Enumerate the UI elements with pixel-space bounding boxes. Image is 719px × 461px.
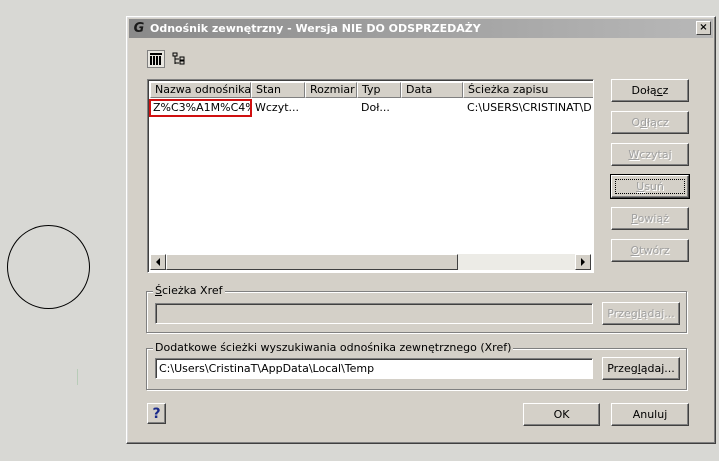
xref-path-label: Ścieżka Xref	[153, 284, 225, 297]
search-paths-label: Dodatkowe ścieżki wyszukiwania odnośnika…	[153, 341, 514, 354]
list-view-icon	[150, 53, 162, 65]
ok-button[interactable]: OK	[523, 403, 600, 426]
arrow-left-icon	[156, 258, 160, 266]
xref-path-field[interactable]	[155, 303, 593, 324]
reload-button[interactable]: Wczytaj	[611, 143, 689, 166]
search-browse-button[interactable]: Przeg l ądaj...	[602, 357, 680, 380]
bind-label-end: owiąż	[637, 212, 669, 225]
scroll-right-button[interactable]	[575, 254, 591, 270]
ok-label: OK	[553, 408, 570, 421]
scroll-thumb[interactable]	[166, 254, 458, 270]
xref-browse-label: Przeg	[607, 307, 638, 320]
list-header: Nazwa odnośnika Stan Rozmiar Typ Data Śc…	[150, 82, 593, 98]
bind-mnemonic: P	[631, 212, 638, 225]
tree-view-icon	[172, 52, 185, 65]
help-icon: ?	[152, 405, 161, 422]
close-button[interactable]: ×	[696, 21, 711, 35]
cell-date	[401, 100, 463, 116]
horizontal-scrollbar[interactable]	[150, 254, 591, 270]
xref-browse-label-end: ądaj...	[640, 307, 675, 320]
help-button[interactable]: ?	[147, 403, 166, 424]
xref-path-mnemonic: Ś	[155, 284, 162, 297]
bind-button[interactable]: Powiąż	[611, 207, 689, 230]
detach-label: O	[631, 116, 640, 129]
open-label-end: twórz	[639, 244, 670, 257]
tree-view-button[interactable]	[170, 50, 188, 68]
open-mnemonic: O	[630, 244, 640, 257]
attach-label-end: z	[662, 84, 669, 97]
xref-path-group: Ścieżka Xref Przeg l ądaj...	[146, 284, 687, 333]
cell-name[interactable]: Z%C3%A1M%C4%9	[149, 99, 252, 117]
detach-mnemonic: d	[639, 116, 647, 129]
column-header-type[interactable]: Typ	[357, 82, 401, 98]
column-header-name[interactable]: Nazwa odnośnika	[150, 82, 251, 98]
column-header-date[interactable]: Data	[401, 82, 463, 98]
arrow-right-icon	[581, 258, 585, 266]
title-bar: G Odnośnik zewnętrzny - Wersja NIE DO OD…	[129, 19, 713, 38]
app-icon: G	[133, 21, 145, 36]
close-icon: ×	[699, 22, 708, 33]
open-button[interactable]: Otwórz	[611, 239, 689, 262]
xref-list[interactable]: Nazwa odnośnika Stan Rozmiar Typ Data Śc…	[147, 79, 594, 273]
xref-browse-button[interactable]: Przeg l ądaj...	[602, 302, 680, 325]
xref-dialog: G Odnośnik zewnętrzny - Wersja NIE DO OD…	[126, 16, 716, 444]
cell-type: Doł...	[361, 101, 390, 114]
cell-path: C:\USERS\CRISTINAT\D	[467, 101, 591, 114]
attach-label: Dołą	[631, 84, 657, 97]
column-header-path[interactable]: Ścieżka zapisu	[463, 82, 593, 98]
cancel-button[interactable]: Anuluj	[611, 403, 689, 426]
detach-button[interactable]: Od łącz	[611, 111, 689, 134]
cancel-label: Anuluj	[632, 408, 668, 421]
drawing-line	[77, 369, 78, 385]
attach-button[interactable]: Dołą c z	[611, 79, 689, 102]
search-paths-field[interactable]: C:\Users\CristinaT\AppData\Local\Temp	[155, 358, 593, 379]
search-paths-group: Dodatkowe ścieżki wyszukiwania odnośnika…	[146, 341, 687, 390]
reload-label-end: czytaj	[639, 148, 672, 161]
unload-label-end: suń	[644, 180, 664, 193]
list-row[interactable]: Z%C3%A1M%C4%9 Wczyt... Doł... C:\USERS\C…	[149, 99, 591, 117]
unload-button[interactable]: Usuń	[610, 174, 690, 199]
scroll-left-button[interactable]	[150, 254, 166, 270]
column-header-size[interactable]: Rozmiar	[305, 82, 357, 98]
drawing-circle	[7, 225, 90, 309]
search-browse-label-end: ądaj...	[640, 362, 675, 375]
cell-size	[305, 100, 357, 116]
search-browse-label: Przeg	[607, 362, 638, 375]
cell-status: Wczyt...	[255, 101, 300, 114]
detach-label-end: łącz	[646, 116, 669, 129]
xref-path-label-end: cieżka Xref	[161, 284, 223, 297]
reload-mnemonic: W	[628, 148, 640, 161]
dialog-title: Odnośnik zewnętrzny - Wersja NIE DO ODSP…	[150, 22, 481, 35]
list-view-button[interactable]	[147, 50, 165, 68]
column-header-status[interactable]: Stan	[251, 82, 305, 98]
unload-mnemonic: U	[636, 180, 645, 193]
